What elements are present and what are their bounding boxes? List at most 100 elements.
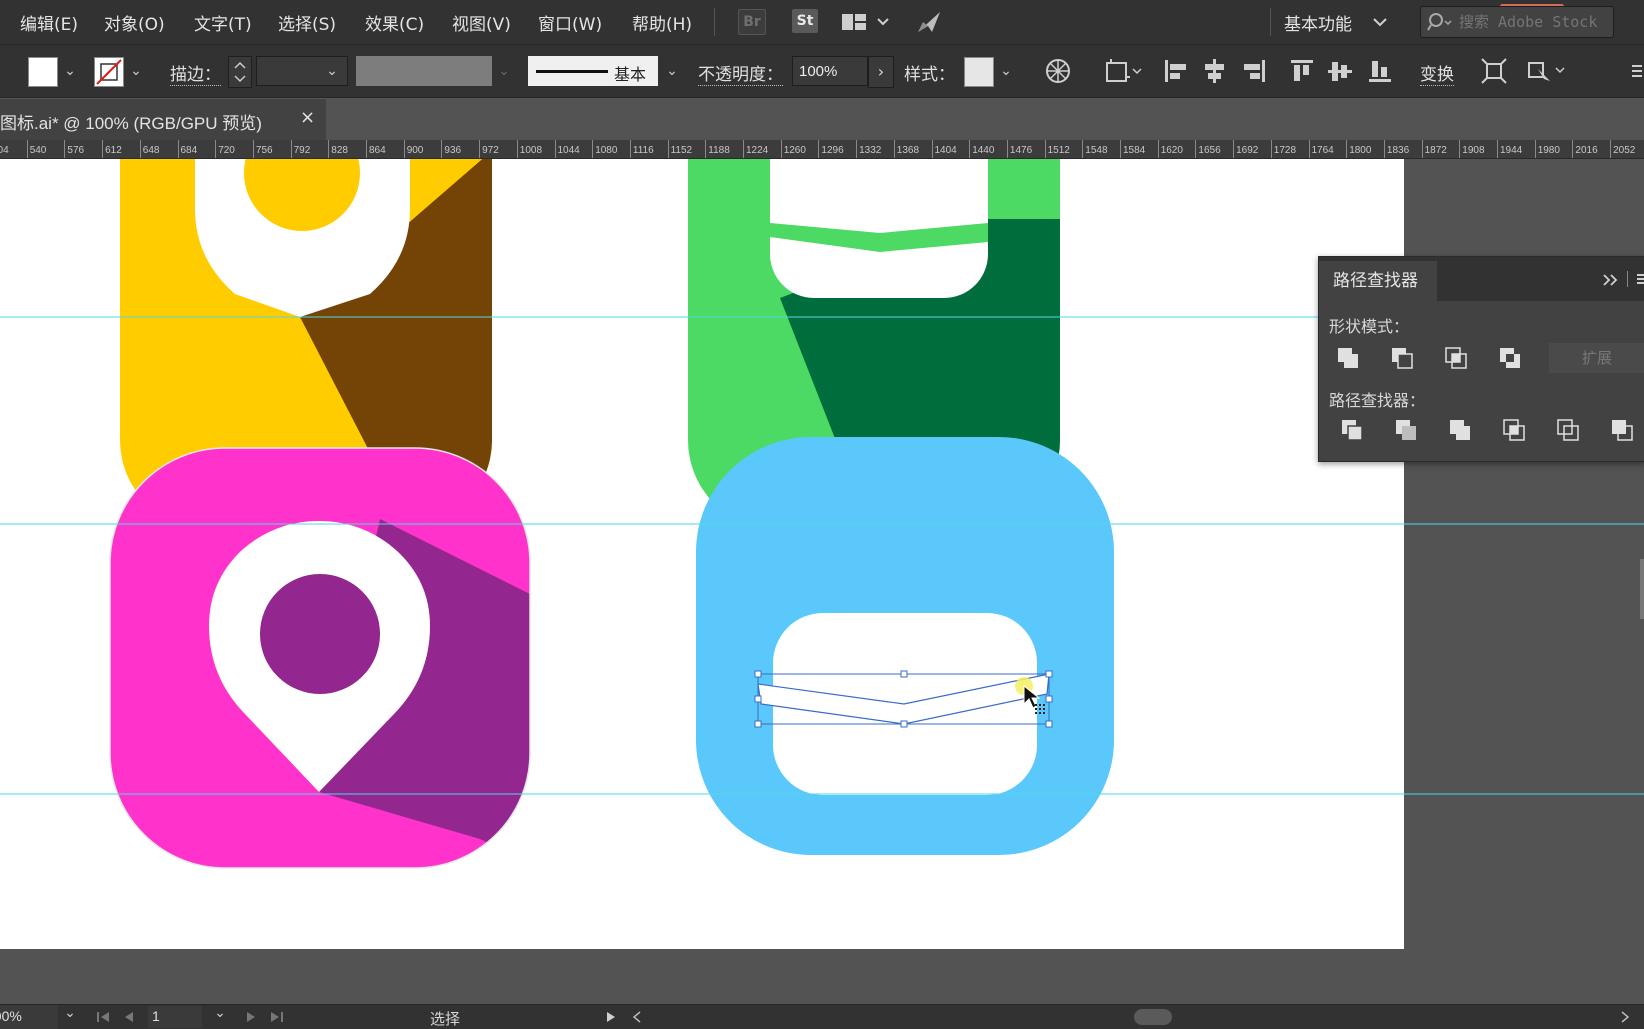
recolor-artwork-button[interactable] [1044,57,1072,85]
search-input[interactable] [1457,11,1611,33]
brush-dropdown[interactable]: ⌄ [662,57,682,85]
opacity-slider-toggle[interactable]: › [868,56,894,88]
document-tab[interactable]: 图标.ai* @ 100% (RGB/GPU 预览) × [0,98,326,141]
ruler-tick-label: 1836 [1386,145,1410,156]
control-bar-menu-button[interactable] [1628,57,1644,85]
gpu-performance-button[interactable] [914,8,944,36]
align-right-button[interactable] [1240,57,1268,85]
ruler-tick-label: 1584 [1123,145,1146,156]
workspace-label: 基本功能 [1284,15,1352,35]
stroke-dropdown[interactable]: ⌄ [126,57,146,85]
scroll-right-icon[interactable] [1620,1011,1630,1023]
minus-back-icon [1612,420,1633,441]
fill-dropdown[interactable]: ⌄ [60,57,80,85]
pathfinders-label: 路径查找器： [1329,391,1426,410]
vertical-scrollbar[interactable] [1640,559,1644,619]
unite-button[interactable] [1335,345,1363,373]
zoom-field[interactable]: 100% [0,1005,58,1029]
status-menu-arrow-icon[interactable] [606,1011,616,1023]
ruler-tick-mark [290,140,292,158]
menu-edit[interactable]: 编辑(E) [20,10,78,35]
ruler-tick-label: 1512 [1047,145,1070,156]
stroke-weight-dropdown[interactable]: ⌄ [322,57,342,85]
scroll-left-icon[interactable] [632,1011,642,1023]
graphic-style-swatch[interactable] [964,57,994,87]
transform-reference-button[interactable] [1104,57,1144,85]
menu-help[interactable]: 帮助(H) [632,10,692,35]
trim-button[interactable] [1393,417,1421,445]
bridge-icon[interactable]: Br [738,9,766,35]
menu-lines-icon [1632,65,1642,77]
align-top-button[interactable] [1288,57,1316,85]
intersect-icon [1445,347,1467,369]
pathfinder-tab[interactable]: 路径查找器 [1319,261,1437,301]
last-artboard-icon[interactable] [270,1011,284,1023]
artboard-number-field[interactable]: 1 [148,1006,202,1028]
ruler-tick-label: 1944 [1500,145,1523,156]
horizontal-scroll-thumb[interactable] [1134,1009,1172,1025]
close-tab-icon[interactable]: × [300,107,315,128]
ruler-tick-mark [403,140,405,158]
menu-type[interactable]: 文字(T) [194,10,252,35]
transform-box-icon [1106,59,1142,82]
menu-select[interactable]: 选择(S) [278,10,336,35]
workspace-switcher[interactable]: 基本功能 [1284,8,1394,36]
ruler-tick-mark [1534,140,1536,158]
trim-icon [1396,420,1416,440]
crop-button[interactable] [1501,417,1529,445]
intersect-button[interactable] [1443,345,1471,373]
zoom-dropdown[interactable]: ⌄ [60,1003,80,1027]
align-left-button[interactable] [1162,57,1190,85]
menu-window[interactable]: 窗口(W) [538,10,602,35]
variable-width-profile[interactable] [356,56,492,86]
stroke-swatch[interactable] [94,57,124,87]
ruler-tick-mark [102,140,104,158]
opacity-label[interactable]: 不透明度： [698,60,783,86]
puppet-warp-button[interactable] [1526,57,1570,85]
menu-view[interactable]: 视图(V) [452,10,511,35]
stroke-weight-stepper[interactable] [228,56,252,88]
minus-back-button[interactable] [1609,417,1637,445]
outline-button[interactable] [1555,417,1583,445]
stroke-label[interactable]: 描边： [170,60,221,86]
artboard-dropdown[interactable]: ⌄ [210,1003,230,1027]
magenta-location-icon[interactable] [110,448,560,879]
brush-definition[interactable]: 基本 [528,56,658,86]
minus-front-button[interactable] [1389,345,1417,373]
align-center-button[interactable] [1200,57,1228,85]
horizontal-ruler[interactable]: 504 540 576 612 648 684 720 756 792 828 864 900 936 9… [0,140,1644,159]
previous-artboard-icon[interactable] [124,1011,134,1023]
first-artboard-icon[interactable] [96,1011,110,1023]
merge-icon [1450,420,1470,440]
graphic-style-dropdown[interactable]: ⌄ [996,57,1016,85]
divide-button[interactable] [1339,417,1367,445]
next-artboard-icon[interactable] [246,1011,256,1023]
align-bottom-button[interactable] [1366,57,1394,85]
align-vertical-center-icon [1328,62,1352,81]
menu-object[interactable]: 对象(O) [104,10,165,35]
collapse-panel-icon[interactable] [1601,273,1621,287]
panel-menu-icon[interactable] [1635,271,1644,287]
zoom-value: 100% [0,1008,22,1024]
ruler-tick-label: 1764 [1311,145,1334,156]
ruler-tick-label: 792 [293,145,311,156]
arrange-documents-button[interactable] [840,10,892,34]
transform-button[interactable]: 变换 [1420,60,1454,86]
menu-effect[interactable]: 效果(C) [365,10,424,35]
blue-mail-icon[interactable] [696,437,1114,855]
stock-search[interactable] [1420,6,1614,38]
align-vertical-center-button[interactable] [1326,57,1354,85]
variable-width-dropdown[interactable]: ⌄ [494,57,514,85]
expand-button[interactable]: 扩展 [1549,343,1644,373]
menu-divider [1270,8,1271,36]
isolate-selection-button[interactable] [1480,57,1508,85]
opacity-input[interactable] [793,57,867,85]
fill-swatch[interactable] [28,57,58,87]
ruler-tick-label: 576 [67,145,85,156]
exclude-button[interactable] [1497,345,1525,373]
stock-icon[interactable]: St [792,9,818,33]
ruler-tick-label: 612 [105,145,122,156]
ruler-tick-label: 1800 [1349,145,1372,156]
opacity-field[interactable] [792,56,868,86]
merge-button[interactable] [1447,417,1475,445]
